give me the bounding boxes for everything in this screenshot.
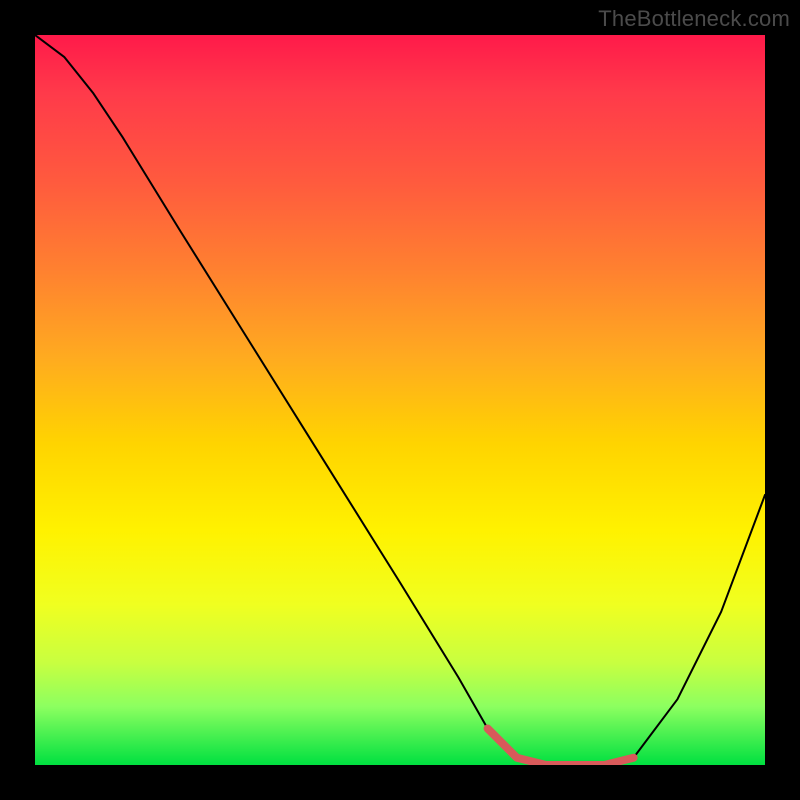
chart-frame: TheBottleneck.com <box>0 0 800 800</box>
optimal-range-highlight <box>488 729 634 766</box>
curve-layer <box>35 35 765 765</box>
watermark-text: TheBottleneck.com <box>598 6 790 32</box>
plot-area <box>35 35 765 765</box>
bottleneck-curve <box>35 35 765 765</box>
